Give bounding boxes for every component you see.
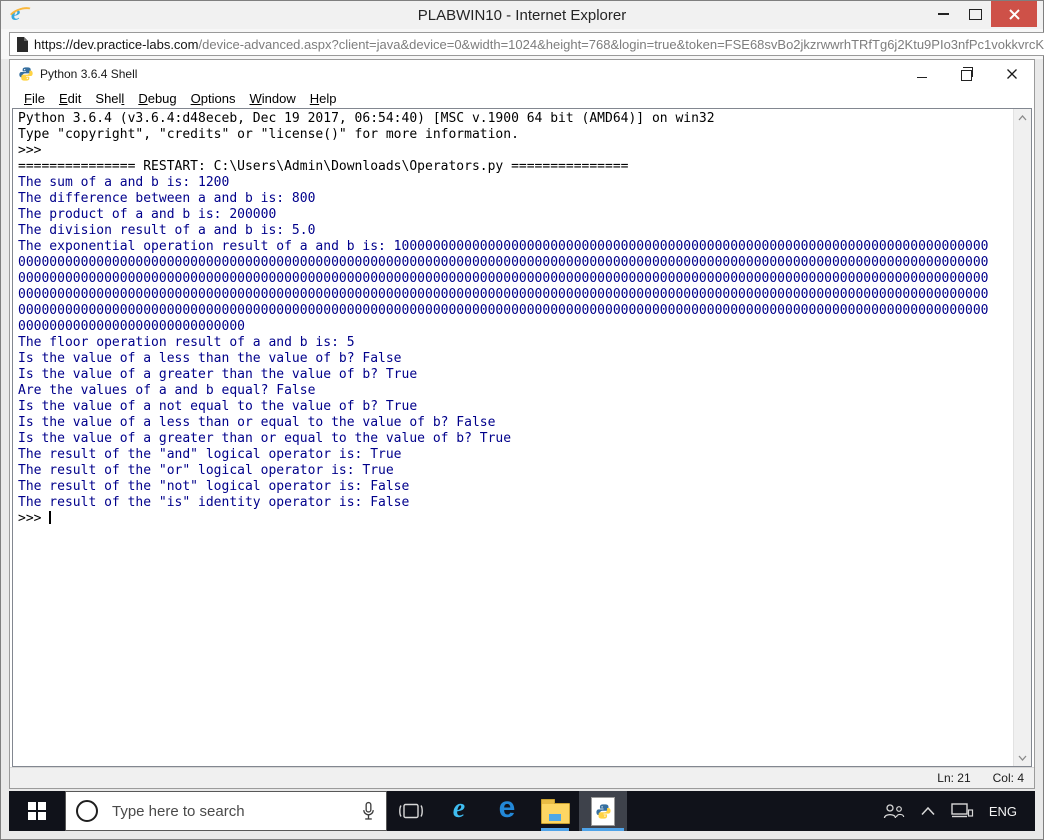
taskbar-item-internet-explorer[interactable]: e bbox=[435, 791, 483, 831]
shell-line: Is the value of a greater than or equal … bbox=[18, 431, 512, 446]
shell-line: Python 3.6.4 (v3.6.4:d48eceb, Dec 19 201… bbox=[18, 111, 715, 126]
shell-line: 0000000000000000000000000000000000000000… bbox=[18, 271, 989, 286]
shell-line: Is the value of a greater than the value… bbox=[18, 367, 418, 382]
shell-body: Python 3.6.4 (v3.6.4:d48eceb, Dec 19 201… bbox=[12, 108, 1032, 767]
window-frame-bottom bbox=[9, 831, 1035, 839]
network-status-button[interactable] bbox=[943, 791, 981, 831]
shell-line: 0000000000000000000000000000000000000000… bbox=[18, 303, 989, 318]
minimize-icon bbox=[937, 13, 949, 15]
shell-close-button[interactable] bbox=[989, 60, 1034, 88]
edge-icon: e bbox=[498, 791, 516, 824]
menu-shell[interactable]: Shell bbox=[89, 90, 130, 107]
vertical-scrollbar[interactable] bbox=[1013, 109, 1031, 766]
shell-line: The result of the "and" logical operator… bbox=[18, 447, 402, 462]
taskbar-item-file-explorer[interactable] bbox=[531, 791, 579, 831]
shell-line: 0000000000000000000000000000000000000000… bbox=[18, 255, 989, 270]
url-field[interactable]: https://dev.practice-labs.com/device-adv… bbox=[9, 32, 1044, 56]
status-column-number: Col: 4 bbox=[992, 771, 1024, 785]
url-text: https://dev.practice-labs.com/device-adv… bbox=[34, 37, 1044, 52]
python-icon bbox=[595, 803, 611, 819]
shell-line: The result of the "is" identity operator… bbox=[18, 495, 410, 510]
window-title: PLABWIN10 - Internet Explorer bbox=[417, 6, 627, 24]
shell-line: Is the value of a not equal to the value… bbox=[18, 399, 418, 414]
shell-line: 00000000000000000000000000000 bbox=[18, 319, 245, 334]
scroll-down-button[interactable] bbox=[1014, 749, 1031, 766]
windows-logo-icon bbox=[28, 802, 46, 820]
url-domain: https://dev.practice-labs.com bbox=[34, 36, 199, 52]
shell-line: Is the value of a less than or equal to … bbox=[18, 415, 496, 430]
ie-window: e PLABWIN10 - Internet Explorer https://… bbox=[0, 0, 1044, 840]
shell-window-title: Python 3.6.4 Shell bbox=[40, 67, 138, 81]
shell-line: >>> bbox=[18, 511, 52, 526]
search-input[interactable] bbox=[110, 801, 361, 821]
task-view-button[interactable] bbox=[387, 791, 435, 831]
page-icon bbox=[17, 36, 28, 52]
shell-line: Type "copyright", "credits" or "license(… bbox=[18, 127, 519, 142]
shell-menubar: File Edit Shell Debug Options Window Help bbox=[10, 88, 1034, 108]
shell-line: The floor operation result of a and b is… bbox=[18, 335, 355, 350]
shell-statusbar: Ln: 21 Col: 4 bbox=[10, 767, 1034, 788]
minimize-button[interactable] bbox=[927, 1, 959, 27]
people-button[interactable] bbox=[875, 791, 913, 831]
python-icon bbox=[19, 67, 33, 81]
taskbar-search[interactable] bbox=[65, 791, 387, 831]
shell-line: Is the value of a less than the value of… bbox=[18, 351, 402, 366]
minimize-icon bbox=[916, 76, 927, 78]
maximize-button[interactable] bbox=[959, 1, 991, 27]
shell-titlebar: Python 3.6.4 Shell bbox=[10, 60, 1034, 88]
people-icon bbox=[883, 804, 905, 819]
shell-line: The division result of a and b is: 5.0 bbox=[18, 223, 316, 238]
task-view-icon bbox=[399, 803, 423, 819]
shell-minimize-button[interactable] bbox=[899, 60, 944, 88]
shell-line: The product of a and b is: 200000 bbox=[18, 207, 277, 222]
show-hidden-icons-button[interactable] bbox=[913, 791, 943, 831]
menu-debug[interactable]: Debug bbox=[132, 90, 182, 107]
shell-restore-button[interactable] bbox=[944, 60, 989, 88]
shell-line: >>> bbox=[18, 143, 50, 158]
text-cursor bbox=[49, 511, 52, 524]
shell-line: Are the values of a and b equal? False bbox=[18, 383, 316, 398]
close-icon bbox=[1008, 8, 1020, 20]
close-icon bbox=[1006, 69, 1017, 79]
taskbar-item-edge[interactable]: e bbox=[483, 791, 531, 831]
close-button[interactable] bbox=[991, 1, 1037, 27]
menu-window[interactable]: Window bbox=[243, 90, 301, 107]
language-indicator[interactable]: ENG bbox=[981, 804, 1029, 819]
python-file-icon bbox=[591, 796, 615, 826]
chevron-up-icon bbox=[921, 806, 935, 816]
taskbar: e e E bbox=[9, 791, 1035, 831]
remote-desktop: Python 3.6.4 Shell File Edit Shell Debug Opt… bbox=[1, 59, 1043, 839]
shell-line: The result of the "not" logical operator… bbox=[18, 479, 410, 494]
url-path: /device-advanced.aspx?client=java&device… bbox=[198, 36, 1044, 52]
scroll-up-button[interactable] bbox=[1014, 109, 1031, 126]
address-bar: https://dev.practice-labs.com/device-adv… bbox=[1, 29, 1044, 59]
shell-line: The exponential operation result of a an… bbox=[18, 239, 989, 254]
menu-file[interactable]: File bbox=[18, 90, 51, 107]
shell-line: =============== RESTART: C:\Users\Admin\… bbox=[18, 159, 629, 174]
shell-line: The difference between a and b is: 800 bbox=[18, 191, 316, 206]
shell-line: The sum of a and b is: 1200 bbox=[18, 175, 230, 190]
menu-options[interactable]: Options bbox=[185, 90, 242, 107]
maximize-icon bbox=[968, 8, 982, 20]
chevron-down-icon bbox=[1018, 755, 1027, 761]
python-shell-window: Python 3.6.4 Shell File Edit Shell Debug Opt… bbox=[9, 59, 1035, 789]
shell-line: The result of the "or" logical operator … bbox=[18, 463, 394, 478]
file-explorer-icon bbox=[540, 798, 570, 824]
chevron-up-icon bbox=[1018, 114, 1027, 120]
microphone-icon[interactable] bbox=[361, 800, 376, 822]
ie-titlebar: e PLABWIN10 - Internet Explorer bbox=[1, 1, 1043, 29]
taskbar-item-python-idle[interactable] bbox=[579, 791, 627, 831]
status-line-number: Ln: 21 bbox=[937, 771, 971, 785]
restore-icon bbox=[961, 67, 973, 81]
start-button[interactable] bbox=[9, 791, 65, 831]
shell-line: 0000000000000000000000000000000000000000… bbox=[18, 287, 989, 302]
cortana-icon bbox=[76, 800, 98, 822]
shell-text-area[interactable]: Python 3.6.4 (v3.6.4:d48eceb, Dec 19 201… bbox=[13, 109, 1013, 766]
menu-edit[interactable]: Edit bbox=[53, 90, 87, 107]
internet-explorer-icon: e bbox=[452, 793, 466, 824]
menu-help[interactable]: Help bbox=[304, 90, 343, 107]
network-icon bbox=[951, 803, 973, 818]
